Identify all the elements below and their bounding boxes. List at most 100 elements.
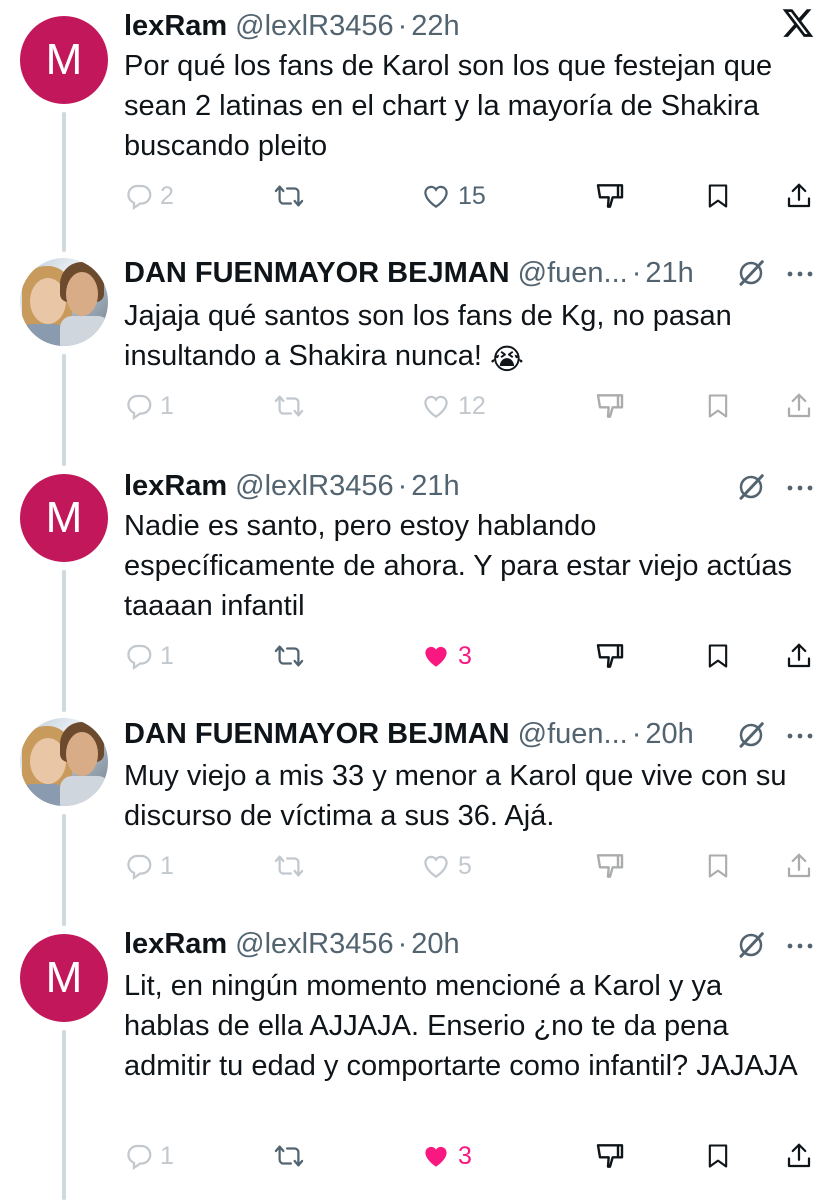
downvote-button[interactable]: [594, 638, 626, 674]
share-button[interactable]: [784, 1138, 814, 1174]
reply-button[interactable]: 1: [124, 1138, 174, 1174]
heart-icon: [425, 1146, 447, 1167]
like-count: 15: [458, 181, 486, 210]
thread-line: [62, 112, 66, 252]
like-button[interactable]: 5: [420, 848, 472, 884]
like-count: 5: [458, 851, 472, 880]
user-handle[interactable]: @fuen...: [518, 718, 628, 751]
tweet-text: Muy viejo a mis 33 y menor a Karol que v…: [124, 760, 787, 832]
crying-emoji: 😭: [489, 344, 524, 376]
avatar[interactable]: M: [20, 934, 108, 1022]
bookmark-button[interactable]: [704, 848, 732, 884]
avatar[interactable]: [20, 258, 108, 346]
tweet-text: Lit, en ningún momento mencioné a Karol …: [124, 970, 798, 1082]
retweet-button[interactable]: [272, 848, 306, 884]
share-button[interactable]: [784, 638, 814, 674]
retweet-icon: [274, 395, 304, 417]
downvote-icon: [596, 184, 624, 208]
timestamp[interactable]: 21h: [645, 257, 693, 290]
more-icon[interactable]: [784, 724, 816, 753]
downvote-icon: [596, 644, 624, 668]
user-handle[interactable]: @fuen...: [518, 257, 628, 290]
reply-button[interactable]: 1: [124, 388, 174, 424]
bookmark-button[interactable]: [704, 178, 732, 214]
timestamp[interactable]: 20h: [645, 718, 693, 751]
grok-icon[interactable]: [736, 930, 766, 965]
bookmark-button[interactable]: [704, 638, 732, 674]
thread-line: [62, 570, 66, 712]
like-button[interactable]: 3: [420, 1138, 472, 1174]
retweet-icon: [274, 855, 304, 877]
timestamp[interactable]: 20h: [411, 928, 459, 961]
share-icon: [787, 183, 811, 208]
share-icon: [787, 853, 811, 878]
grok-icon[interactable]: [736, 258, 766, 293]
bookmark-icon: [708, 184, 728, 208]
downvote-icon: [596, 394, 624, 418]
separator-dot: ·: [397, 469, 408, 502]
retweet-button[interactable]: [272, 1138, 306, 1174]
like-button[interactable]: 12: [420, 388, 486, 424]
more-icon[interactable]: [784, 262, 816, 291]
avatar[interactable]: M: [20, 474, 108, 562]
display-name[interactable]: lexRam: [124, 470, 227, 503]
tweet-text: Por qué los fans de Karol son los que fe…: [124, 50, 773, 162]
downvote-button[interactable]: [594, 848, 626, 884]
retweet-icon: [274, 645, 304, 667]
user-handle[interactable]: @lexlR3456: [235, 10, 393, 43]
retweet-button[interactable]: [272, 388, 306, 424]
bookmark-button[interactable]: [704, 388, 732, 424]
heart-icon: [424, 395, 448, 418]
retweet-button[interactable]: [272, 178, 306, 214]
display-name[interactable]: lexRam: [124, 10, 227, 43]
reply-count: 1: [160, 391, 174, 420]
user-handle[interactable]: @lexlR3456: [235, 928, 393, 961]
more-icon[interactable]: [784, 476, 816, 505]
like-button[interactable]: 15: [420, 178, 486, 214]
reply-button[interactable]: 2: [124, 178, 174, 214]
separator-dot: ·: [397, 9, 408, 42]
heart-icon: [424, 185, 448, 208]
reply-count: 1: [160, 641, 174, 670]
like-button[interactable]: 3: [420, 638, 472, 674]
grok-icon[interactable]: [736, 720, 766, 755]
more-icon[interactable]: [784, 934, 816, 963]
reply-button[interactable]: 1: [124, 848, 174, 884]
share-icon: [787, 393, 811, 418]
timestamp[interactable]: 22h: [411, 10, 459, 43]
avatar[interactable]: [20, 718, 108, 806]
share-button[interactable]: [784, 848, 814, 884]
downvote-button[interactable]: [594, 1138, 626, 1174]
share-button[interactable]: [784, 178, 814, 214]
bookmark-icon: [708, 644, 728, 668]
reply-icon: [127, 1144, 152, 1171]
display-name[interactable]: DAN FUENMAYOR BEJMAN: [124, 718, 510, 751]
display-name[interactable]: lexRam: [124, 928, 227, 961]
x-logo-icon[interactable]: [780, 6, 816, 45]
tweet-actions: 1 12: [124, 388, 814, 424]
share-icon: [787, 1143, 811, 1168]
timestamp[interactable]: 21h: [411, 470, 459, 503]
avatar[interactable]: M: [20, 16, 108, 104]
reply-count: 2: [160, 181, 174, 210]
retweet-button[interactable]: [272, 638, 306, 674]
downvote-button[interactable]: [594, 178, 626, 214]
user-handle[interactable]: @lexlR3456: [235, 470, 393, 503]
bookmark-icon: [708, 1144, 728, 1168]
retweet-icon: [274, 185, 304, 207]
tweet-header: lexRam @lexlR3456 · 20h: [124, 924, 460, 964]
downvote-button[interactable]: [594, 388, 626, 424]
tweet-actions: 1 3: [124, 1138, 814, 1174]
tweet-actions: 2 15: [124, 178, 814, 214]
share-button[interactable]: [784, 388, 814, 424]
grok-icon[interactable]: [736, 472, 766, 507]
heart-icon: [424, 855, 448, 878]
reply-icon: [127, 854, 152, 881]
display-name[interactable]: DAN FUENMAYOR BEJMAN: [124, 257, 510, 290]
downvote-icon: [596, 854, 624, 878]
reply-button[interactable]: 1: [124, 638, 174, 674]
reply-icon: [127, 184, 152, 211]
tweet-text: Nadie es santo, pero estoy hablando espe…: [124, 510, 792, 622]
bookmark-button[interactable]: [704, 1138, 732, 1174]
tweet-actions: 1 3: [124, 638, 814, 674]
